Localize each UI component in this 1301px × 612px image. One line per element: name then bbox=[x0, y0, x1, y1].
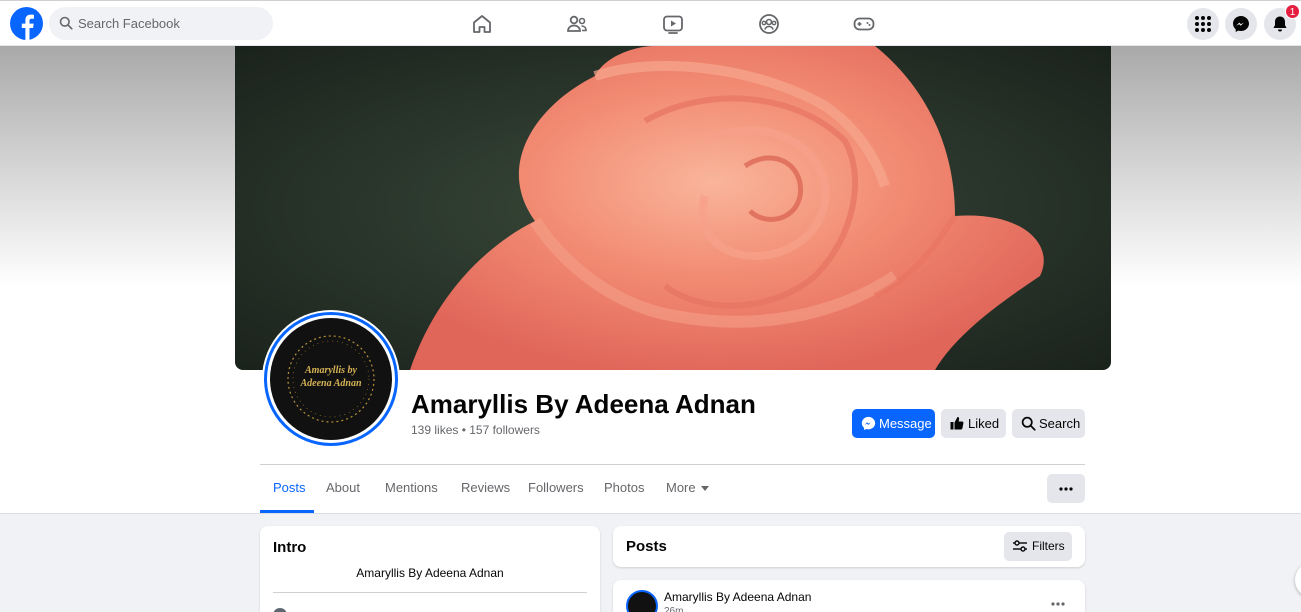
page-search-button[interactable]: Search bbox=[1012, 409, 1085, 438]
tab-posts[interactable]: Posts bbox=[273, 480, 306, 495]
post-options-icon[interactable] bbox=[1051, 602, 1065, 606]
floating-action-button[interactable] bbox=[1295, 562, 1301, 598]
tab-followers[interactable]: Followers bbox=[528, 480, 584, 495]
liked-button-label: Liked bbox=[968, 416, 1000, 431]
header-bottom-border bbox=[0, 513, 1301, 514]
more-dots-icon bbox=[1059, 487, 1073, 491]
posts-title: Posts bbox=[626, 538, 667, 555]
tab-photos[interactable]: Photos bbox=[604, 480, 644, 495]
more-options-button[interactable] bbox=[1047, 474, 1085, 503]
post-card: Amaryllis By Adeena Adnan 26m bbox=[613, 580, 1085, 612]
message-button[interactable]: Message bbox=[852, 409, 935, 438]
profile-picture-logo-text: Amaryllis by Adeena Adnan bbox=[300, 365, 362, 389]
notifications-bell-icon bbox=[1273, 16, 1287, 32]
tab-more-label: More bbox=[666, 480, 696, 495]
notification-count-badge: 1 bbox=[1285, 4, 1300, 19]
intro-bio: Amaryllis By Adeena Adnan bbox=[356, 566, 504, 580]
messenger-button[interactable] bbox=[1225, 8, 1257, 40]
info-icon bbox=[273, 608, 287, 612]
page-title: Amaryllis By Adeena Adnan bbox=[411, 389, 756, 419]
post-author-avatar[interactable] bbox=[626, 590, 658, 612]
friends-icon[interactable] bbox=[565, 12, 589, 36]
home-icon[interactable] bbox=[470, 12, 494, 36]
filters-sliders-icon bbox=[1013, 540, 1027, 552]
search-button-label: Search bbox=[1039, 416, 1081, 431]
search-box[interactable] bbox=[49, 7, 273, 40]
tab-about[interactable]: About bbox=[326, 480, 360, 495]
intro-title: Intro bbox=[273, 539, 307, 556]
facebook-logo-icon[interactable] bbox=[10, 7, 43, 40]
search-icon bbox=[1021, 416, 1036, 431]
posts-header-card: Posts Filters bbox=[613, 526, 1085, 567]
gaming-icon[interactable] bbox=[852, 12, 876, 36]
post-author-name[interactable]: Amaryllis By Adeena Adnan bbox=[664, 590, 811, 604]
intro-divider bbox=[273, 592, 587, 593]
watch-icon[interactable] bbox=[661, 12, 685, 36]
messenger-icon bbox=[1233, 16, 1249, 32]
tab-mentions[interactable]: Mentions bbox=[385, 480, 438, 495]
menu-button[interactable] bbox=[1187, 8, 1219, 40]
tab-reviews[interactable]: Reviews bbox=[461, 480, 510, 495]
filters-button[interactable]: Filters bbox=[1004, 532, 1072, 561]
search-input[interactable] bbox=[78, 7, 263, 40]
top-navigation-bar: 1 bbox=[0, 0, 1301, 46]
tab-more[interactable]: More bbox=[666, 480, 709, 495]
menu-grid-icon bbox=[1195, 16, 1211, 32]
profile-picture[interactable]: Amaryllis by Adeena Adnan bbox=[270, 318, 392, 440]
messenger-icon bbox=[861, 416, 876, 431]
page-stats[interactable]: 139 likes • 157 followers bbox=[411, 423, 540, 437]
groups-icon[interactable] bbox=[757, 12, 781, 36]
header-divider bbox=[260, 464, 1085, 465]
message-button-label: Message bbox=[879, 416, 932, 431]
post-timestamp[interactable]: 26m bbox=[664, 606, 683, 612]
caret-down-icon bbox=[700, 486, 709, 492]
liked-button[interactable]: Liked bbox=[941, 409, 1006, 438]
thumbs-up-icon bbox=[950, 417, 964, 430]
filters-label: Filters bbox=[1032, 539, 1065, 553]
search-icon bbox=[59, 16, 73, 30]
intro-card: Intro Amaryllis By Adeena Adnan bbox=[260, 526, 600, 612]
